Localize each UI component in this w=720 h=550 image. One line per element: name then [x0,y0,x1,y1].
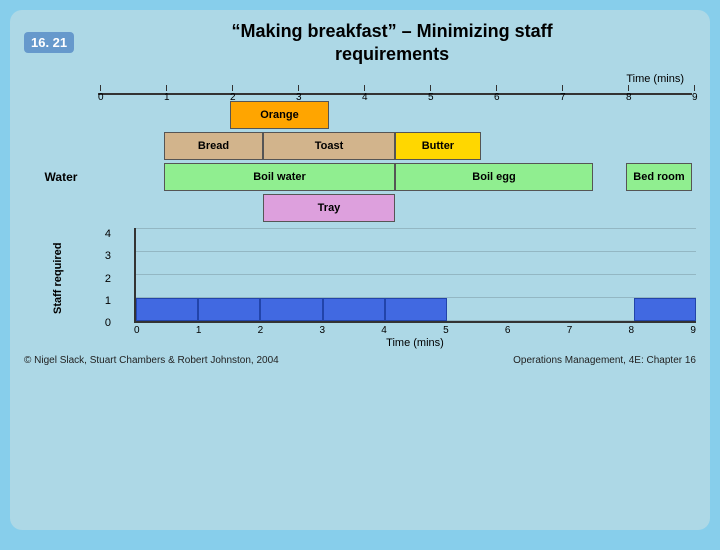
page-title: “Making breakfast” – Minimizing staff re… [88,20,696,65]
bar-chart: Staff required 0 1 2 3 4 0 1 2 3 4 5 6 7 8 9 Time (mi… [24,228,696,349]
x-axis-tick: 9 [690,325,696,336]
x-axis-tick: 4 [381,325,387,336]
gantt-row-label: Water [28,163,94,191]
footer-right: Operations Management, 4E: Chapter 16 [513,355,696,366]
x-axis-tick: 2 [258,325,264,336]
chart-bar [198,298,260,321]
y-axis-label: 4 [94,228,114,240]
x-axis-tick: 6 [505,325,511,336]
y-axis-label: 1 [94,295,114,307]
gantt-row: Orange [98,101,692,129]
chart-bar [136,298,198,321]
gantt-bar: Orange [230,101,329,129]
slide-number: 16. 21 [24,32,74,53]
gantt-bar: Bread [164,132,263,160]
x-axis-tick: 8 [629,325,635,336]
gantt-bar: Toast [263,132,395,160]
y-axis-title: Staff required [24,228,92,329]
gantt-row: WaterBoil waterBoil eggBed room [98,163,692,191]
time-label: Time (mins) [626,73,684,85]
y-axis-label: 2 [94,273,114,285]
gantt-chart: Time (mins) 0123456789 OrangeBreadToastB… [28,73,692,222]
gantt-bar: Butter [395,132,481,160]
gantt-bar: Bed room [626,163,692,191]
gantt-bar: Tray [263,194,395,222]
y-axis-label: 3 [94,250,114,262]
chart-bar [385,298,447,321]
x-axis-tick: 1 [196,325,202,336]
gantt-row: BreadToastButter [98,132,692,160]
x-axis-tick: 5 [443,325,449,336]
gantt-bar: Boil egg [395,163,593,191]
y-axis-label: 0 [94,317,114,329]
x-axis-tick: 0 [134,325,140,336]
x-axis-tick: 3 [319,325,325,336]
chart-bar [634,298,696,321]
chart-bar [260,298,322,321]
footer-left: © Nigel Slack, Stuart Chambers & Robert … [24,355,279,366]
chart-bar [323,298,385,321]
gantt-row: Tray [98,194,692,222]
x-axis-title: Time (mins) [134,337,696,349]
gantt-bar: Boil water [164,163,395,191]
x-axis-tick: 7 [567,325,573,336]
